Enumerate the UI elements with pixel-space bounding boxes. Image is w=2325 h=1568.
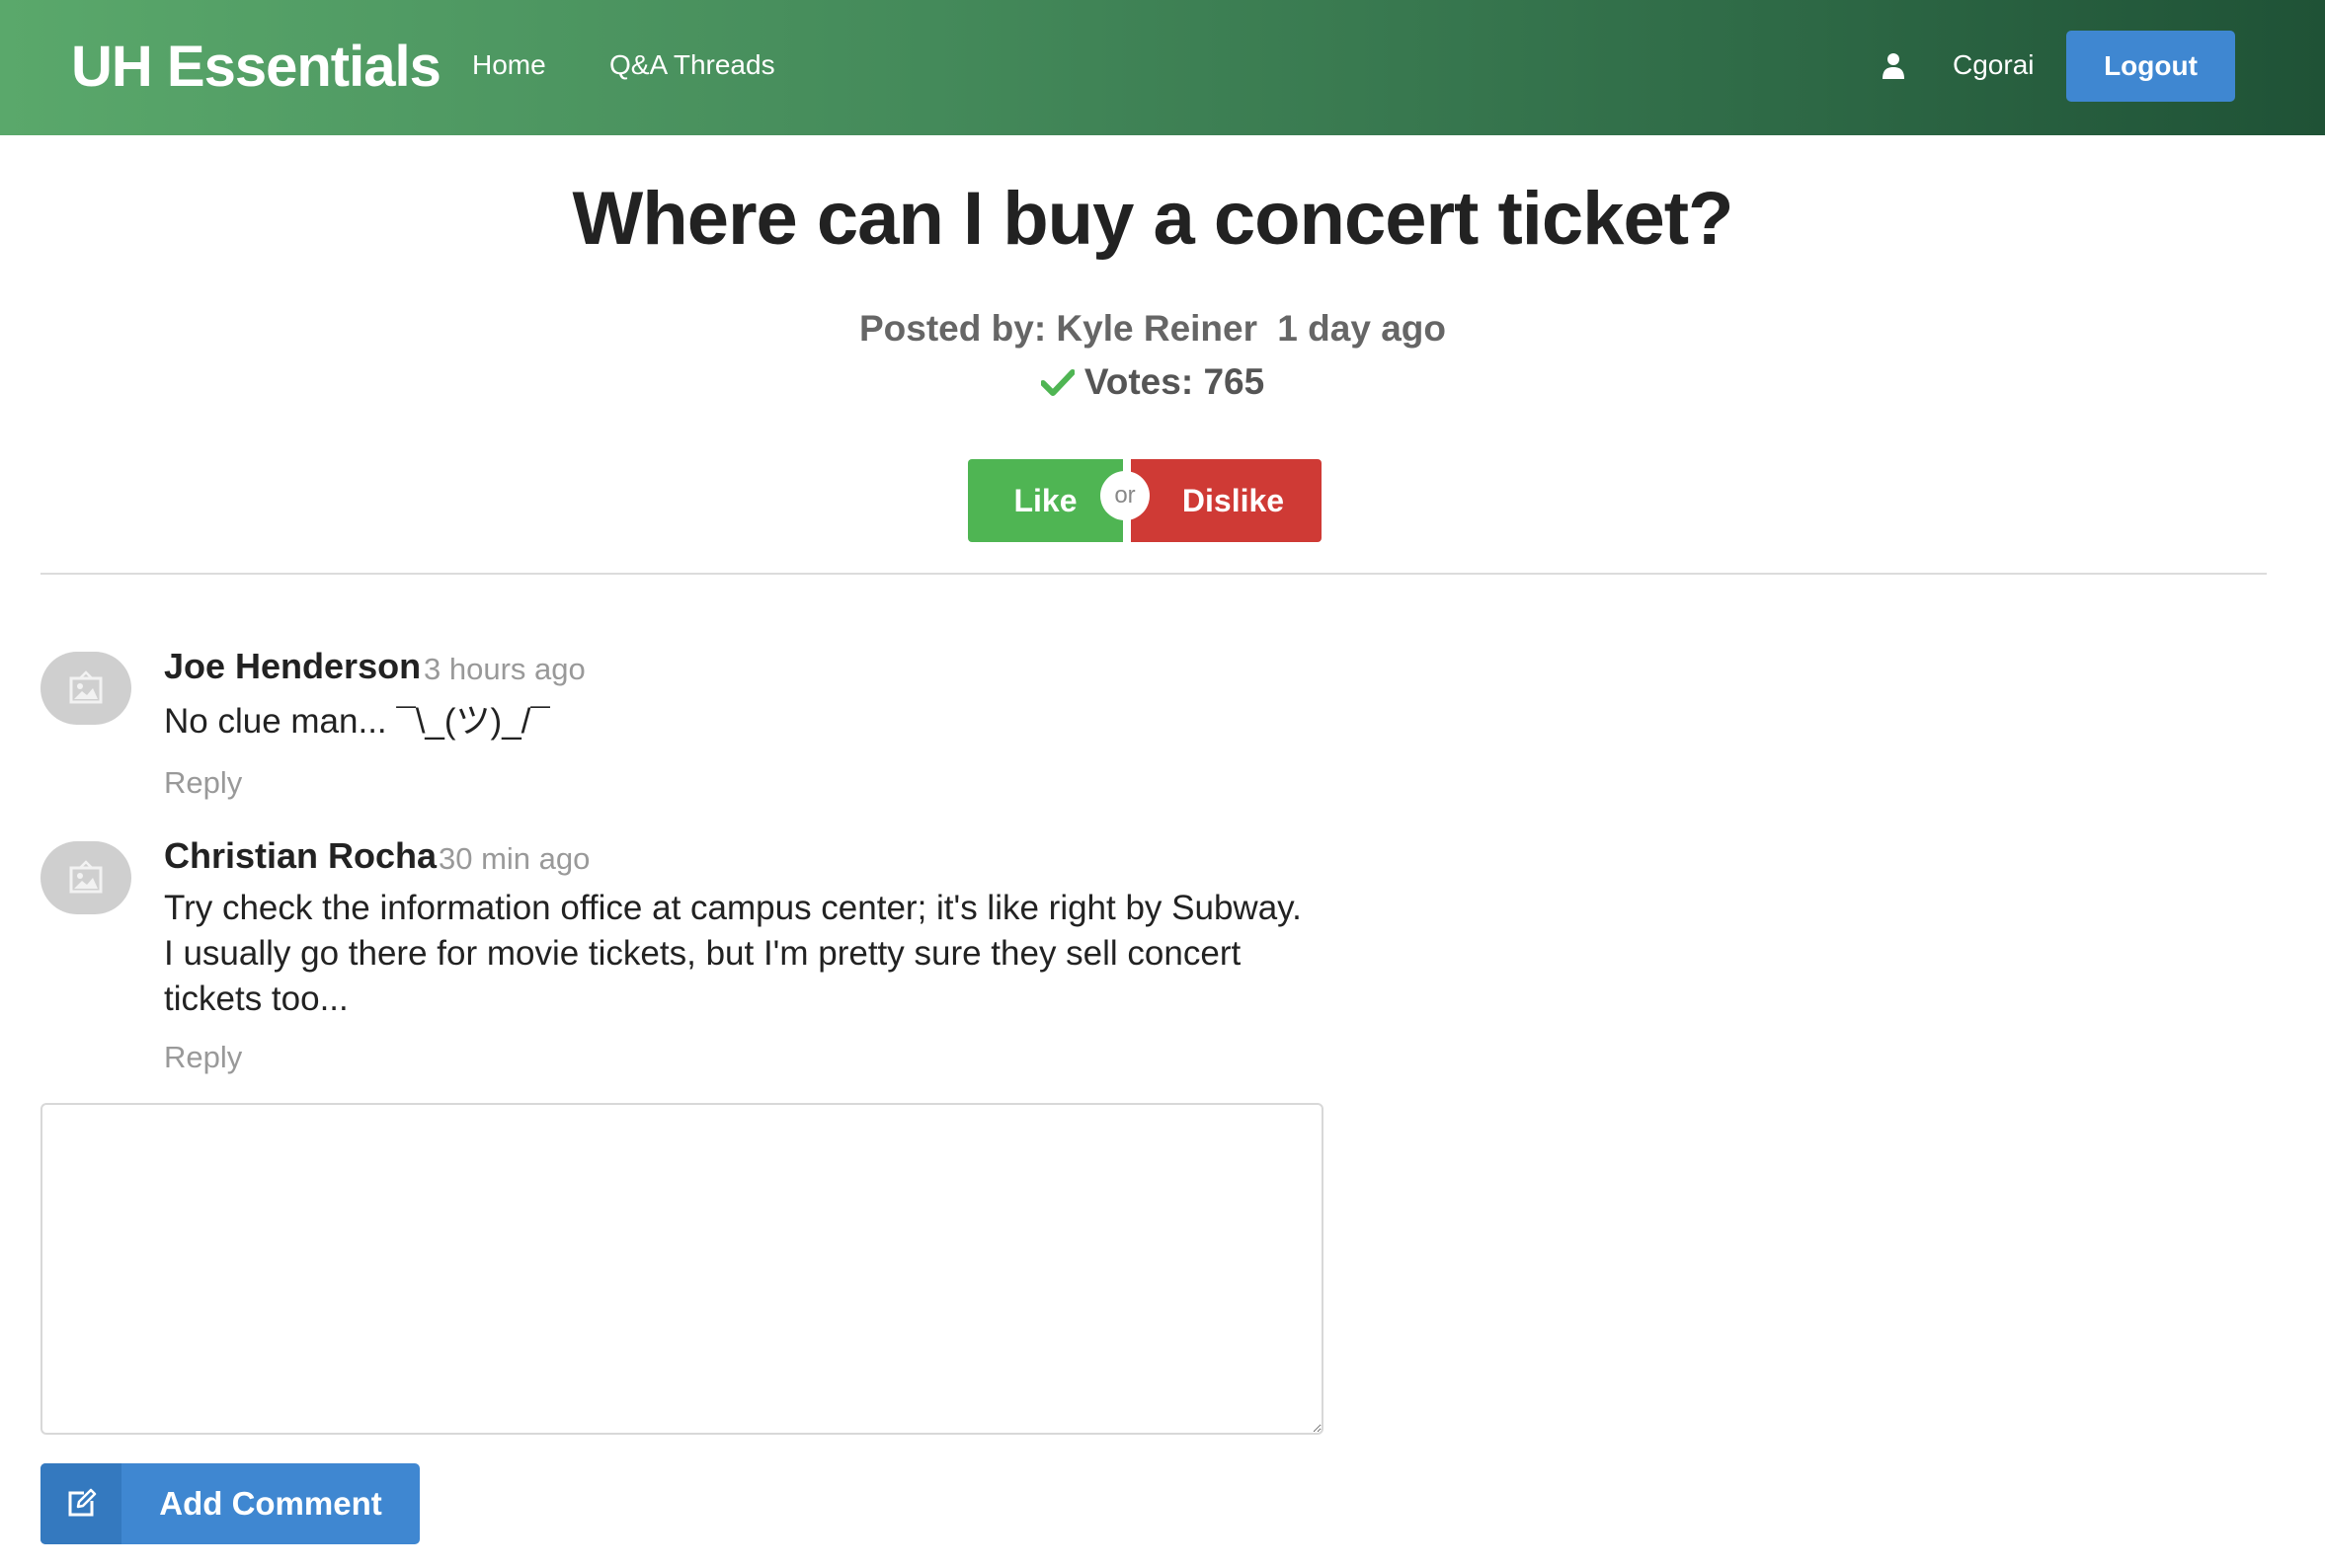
thread-time: 1 day ago: [1277, 308, 1446, 349]
reply-link[interactable]: Reply: [164, 765, 242, 801]
image-icon: [69, 860, 103, 894]
thread-author: Kyle Reiner: [1056, 308, 1258, 349]
comment-time: 30 min ago: [439, 841, 591, 876]
votes-label: Votes:: [1083, 361, 1194, 402]
comment-text-line: Try check the information office at camp…: [164, 889, 1302, 927]
check-icon: [1040, 369, 1075, 396]
nav-qa-threads-link[interactable]: Q&A Threads: [609, 49, 775, 81]
add-comment-label: Add Comment: [159, 1485, 382, 1522]
votes-count: 765: [1203, 361, 1265, 402]
logout-button[interactable]: Logout: [2066, 31, 2235, 102]
thread-title: Where can I buy a concert ticket?: [572, 177, 1734, 261]
add-comment-button[interactable]: Add Comment: [40, 1463, 420, 1544]
comment-text-line: tickets too...: [164, 980, 349, 1018]
top-navbar: UH Essentials Home Q&A Threads Cgorai Lo…: [0, 0, 2325, 135]
posted-by-label: Posted by:: [859, 308, 1047, 349]
header-divider: [40, 573, 2267, 575]
avatar: [40, 652, 131, 725]
reply-link[interactable]: Reply: [164, 1040, 242, 1075]
brand-logo[interactable]: UH Essentials: [71, 34, 441, 100]
or-divider-badge: or: [1100, 471, 1150, 520]
comment-textarea[interactable]: [40, 1103, 1323, 1435]
comment-author[interactable]: Christian Rocha: [164, 835, 437, 877]
comment-author[interactable]: Joe Henderson: [164, 646, 421, 687]
comment-text: No clue man... ¯\_(ツ)_/¯: [164, 702, 550, 741]
like-button[interactable]: Like: [968, 459, 1123, 542]
dislike-button[interactable]: Dislike: [1131, 459, 1322, 542]
avatar: [40, 841, 131, 914]
edit-icon: [40, 1463, 121, 1544]
nav-home-link[interactable]: Home: [472, 49, 546, 81]
user-icon: [1883, 53, 1904, 79]
thread-votes: Votes: 765: [0, 361, 2305, 403]
thread-meta: Posted by: Kyle Reiner 1 day ago: [0, 308, 2305, 350]
image-icon: [69, 670, 103, 704]
comment-time: 3 hours ago: [424, 652, 586, 686]
comment-text-line: I usually go there for movie tickets, bu…: [164, 934, 1242, 973]
current-username: Cgorai: [1953, 49, 2035, 80]
